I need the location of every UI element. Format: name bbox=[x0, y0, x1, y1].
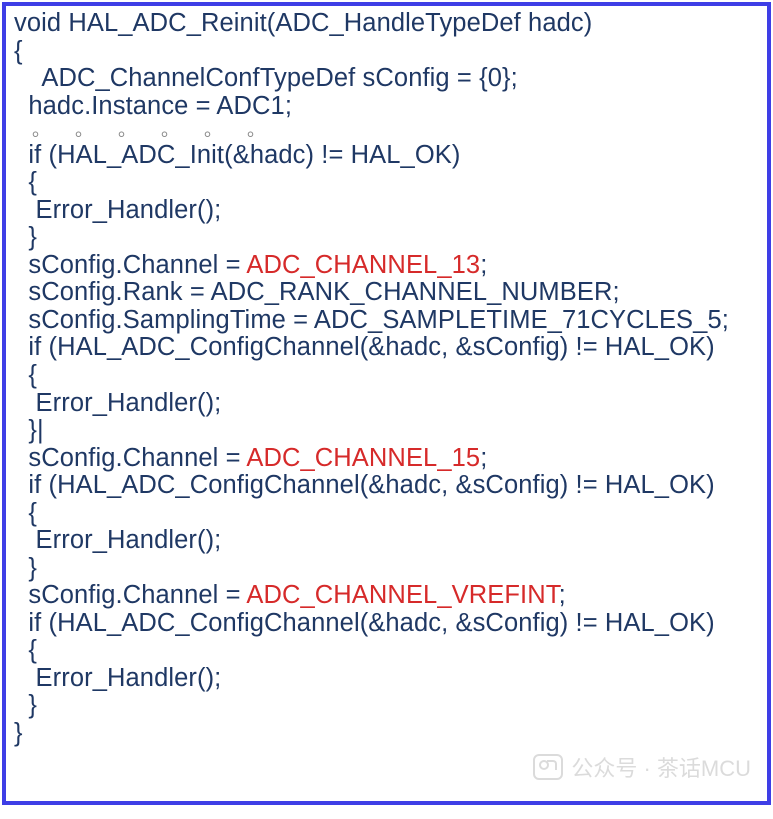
code-line: sConfig.Channel = ADC_CHANNEL_VREFINT; bbox=[14, 582, 759, 610]
watermark-text: 公众号 · 茶话MCU bbox=[571, 751, 751, 783]
code-line: { bbox=[14, 362, 759, 390]
code-line: Error_Handler(); bbox=[14, 665, 759, 693]
code-line: if (HAL_ADC_Init(&hadc) != HAL_OK) bbox=[14, 142, 759, 170]
code-line: sConfig.Channel = ADC_CHANNEL_13; bbox=[14, 252, 759, 280]
code-line: { bbox=[14, 169, 759, 197]
code-line: Error_Handler(); bbox=[14, 197, 759, 225]
code-text: ; bbox=[559, 581, 566, 609]
code-line: Error_Handler(); bbox=[14, 527, 759, 555]
code-line: } bbox=[14, 692, 759, 720]
code-text: sConfig.Channel = bbox=[14, 581, 246, 609]
code-line: { bbox=[14, 637, 759, 665]
code-line: { bbox=[14, 500, 759, 528]
code-text: sConfig.Channel = bbox=[14, 251, 246, 279]
wechat-icon bbox=[533, 754, 563, 780]
code-line: }| bbox=[14, 417, 759, 445]
code-container: void HAL_ADC_Reinit(ADC_HandleTypeDef ha… bbox=[2, 2, 771, 805]
code-line: if (HAL_ADC_ConfigChannel(&hadc, &sConfi… bbox=[14, 334, 759, 362]
highlight-channel: ADC_CHANNEL_15 bbox=[246, 444, 480, 472]
code-line: if (HAL_ADC_ConfigChannel(&hadc, &sConfi… bbox=[14, 610, 759, 638]
code-line: { bbox=[14, 38, 759, 66]
code-line: sConfig.SamplingTime = ADC_SAMPLETIME_71… bbox=[14, 307, 759, 335]
code-line: } bbox=[14, 224, 759, 252]
code-text: sConfig.Channel = bbox=[14, 444, 246, 472]
code-line: if (HAL_ADC_ConfigChannel(&hadc, &sConfi… bbox=[14, 472, 759, 500]
highlight-channel: ADC_CHANNEL_13 bbox=[246, 251, 480, 279]
code-line: } bbox=[14, 720, 759, 748]
code-line: void HAL_ADC_Reinit(ADC_HandleTypeDef ha… bbox=[14, 10, 759, 38]
code-text: ; bbox=[480, 444, 487, 472]
code-text: ; bbox=[480, 251, 487, 279]
code-line: } bbox=[14, 555, 759, 583]
code-line: sConfig.Rank = ADC_RANK_CHANNEL_NUMBER; bbox=[14, 279, 759, 307]
code-line: ADC_ChannelConfTypeDef sConfig = {0}; bbox=[14, 65, 759, 93]
watermark: 公众号 · 茶话MCU bbox=[533, 751, 751, 783]
code-line: hadc.Instance = ADC1; bbox=[14, 93, 759, 121]
ellipsis-dots: 。 。 。 。 。 。 bbox=[14, 120, 759, 142]
highlight-channel: ADC_CHANNEL_VREFINT bbox=[246, 581, 558, 609]
code-line: sConfig.Channel = ADC_CHANNEL_15; bbox=[14, 445, 759, 473]
code-line: Error_Handler(); bbox=[14, 390, 759, 418]
